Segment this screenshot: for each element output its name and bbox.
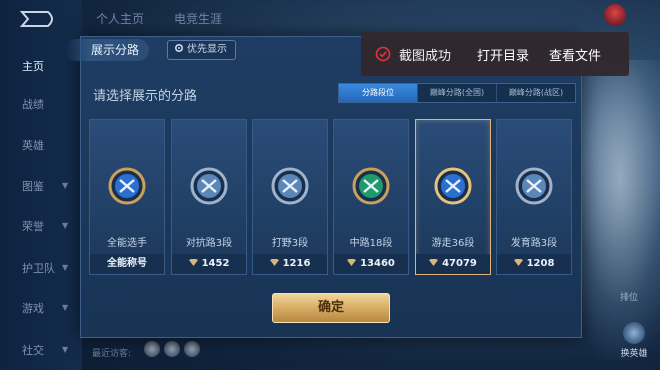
visitor-avatar[interactable] bbox=[164, 341, 180, 357]
lane-card-footer: 1452 bbox=[172, 254, 246, 274]
lane-card-footer-value: 1208 bbox=[526, 258, 555, 269]
tab-profile[interactable]: 个人主页 bbox=[96, 10, 144, 27]
change-hero-icon bbox=[623, 322, 645, 344]
lane-card[interactable]: 中路18段 13460 bbox=[333, 119, 409, 275]
lane-card-footer: 1216 bbox=[253, 254, 327, 274]
lane-card-footer-value: 13460 bbox=[360, 258, 395, 269]
change-hero-button[interactable]: 换英雄 bbox=[612, 322, 656, 362]
open-folder-link[interactable]: 打开目录 bbox=[477, 45, 529, 64]
sidebar-item[interactable]: 主页 bbox=[22, 58, 78, 74]
lane-card[interactable]: 对抗路3段 1452 bbox=[171, 119, 247, 275]
visitor-avatar[interactable] bbox=[144, 341, 160, 357]
view-file-link[interactable]: 查看文件 bbox=[549, 45, 601, 64]
dialog-title: 展示分路 bbox=[65, 39, 150, 61]
lane-mode-tabs: 分路段位 巅峰分路(全国) 巅峰分路(战区) bbox=[338, 83, 576, 103]
sidebar-item[interactable]: 荣誉 bbox=[22, 218, 78, 234]
top-bar: 个人主页 电竞生涯 设置 bbox=[82, 0, 660, 30]
chevron-down-icon: ▼ bbox=[62, 303, 69, 312]
avatar[interactable] bbox=[604, 4, 626, 26]
game-screen: 排位 换英雄 主页 战绩 英雄 图鉴 ▼ 荣誉 ▼ 护卫队 ▼ 游戏 ▼ 社交 ▼ 个人主页 电竞生涯 … bbox=[0, 0, 660, 370]
farm-lane-emblem-icon bbox=[514, 166, 554, 206]
lane-card[interactable]: 游走36段 47079 bbox=[415, 119, 491, 275]
sidebar-item[interactable]: 图鉴 bbox=[22, 178, 78, 194]
lane-mode-tab[interactable]: 巅峰分路(全国) bbox=[418, 84, 497, 102]
lane-card[interactable]: 打野3段 1216 bbox=[252, 119, 328, 275]
lane-card-footer: 全能称号 bbox=[90, 254, 164, 274]
chevron-down-icon: ▼ bbox=[62, 181, 69, 190]
mid-lane-emblem-icon bbox=[351, 166, 391, 206]
chevron-down-icon: ▼ bbox=[62, 221, 69, 230]
lane-card[interactable]: 全能选手 全能称号 bbox=[89, 119, 165, 275]
lane-card-title: 中路18段 bbox=[349, 238, 393, 249]
lane-card-footer-value: 1452 bbox=[201, 258, 230, 269]
game-logo-icon bbox=[19, 11, 53, 27]
lane-card-title: 发育路3段 bbox=[510, 238, 558, 249]
score-gem-icon bbox=[188, 254, 198, 266]
lane-card-title: 全能选手 bbox=[107, 238, 147, 249]
score-gem-icon bbox=[269, 254, 279, 266]
change-hero-label: 换英雄 bbox=[620, 349, 648, 359]
lane-card-footer-value: 1216 bbox=[282, 258, 311, 269]
lane-card-footer: 1208 bbox=[497, 254, 571, 274]
priority-display-label: 优先显示 bbox=[187, 44, 227, 55]
gear-icon bbox=[174, 43, 184, 53]
chevron-down-icon: ▼ bbox=[62, 345, 69, 354]
toast-message: 截图成功 bbox=[399, 49, 452, 64]
lane-card-title: 对抗路3段 bbox=[185, 238, 233, 249]
lane-card-footer-value: 全能称号 bbox=[107, 258, 147, 269]
sidebar-item[interactable]: 护卫队 bbox=[22, 260, 78, 276]
sidebar-item[interactable]: 游戏 bbox=[22, 300, 78, 316]
lane-mode-tab[interactable]: 巅峰分路(战区) bbox=[497, 84, 575, 102]
lane-mode-tab[interactable]: 分路段位 bbox=[339, 84, 418, 102]
visitor-avatar[interactable] bbox=[184, 341, 200, 357]
selection-prompt: 请选择展示的分路 bbox=[93, 89, 198, 104]
recent-visitors-label: 最近访客: bbox=[92, 349, 132, 359]
score-gem-icon bbox=[429, 254, 439, 266]
lane-card-title: 打野3段 bbox=[271, 238, 309, 249]
lane-card-footer-value: 47079 bbox=[442, 258, 477, 269]
priority-display-button[interactable]: 优先显示 bbox=[167, 40, 236, 60]
sidebar-item[interactable]: 英雄 bbox=[22, 137, 78, 153]
score-gem-icon bbox=[347, 254, 357, 266]
chevron-down-icon: ▼ bbox=[62, 263, 69, 272]
all-round-emblem-icon bbox=[107, 166, 147, 206]
score-gem-icon bbox=[513, 254, 523, 266]
lane-card-title: 游走36段 bbox=[431, 238, 475, 249]
confirm-button[interactable]: 确定 bbox=[272, 293, 390, 323]
clash-lane-emblem-icon bbox=[189, 166, 229, 206]
screenshot-toast: 截图成功 打开目录 查看文件 bbox=[361, 32, 629, 76]
tab-esports-career[interactable]: 电竞生涯 bbox=[174, 10, 222, 27]
leaderboard-label: 排位 bbox=[620, 293, 639, 303]
jungle-emblem-icon bbox=[270, 166, 310, 206]
lane-card[interactable]: 发育路3段 1208 bbox=[496, 119, 572, 275]
roam-emblem-icon bbox=[433, 166, 473, 206]
lane-card-footer: 13460 bbox=[334, 254, 408, 274]
lane-display-dialog: 展示分路 优先显示 请选择展示的分路 分路段位 巅峰分路(全国) 巅峰分路(战区) … bbox=[65, 36, 582, 338]
lane-card-footer: 47079 bbox=[416, 254, 490, 274]
sidebar-item[interactable]: 社交 bbox=[22, 342, 78, 358]
check-circle-icon bbox=[375, 46, 391, 62]
sidebar-item[interactable]: 战绩 bbox=[22, 96, 78, 112]
